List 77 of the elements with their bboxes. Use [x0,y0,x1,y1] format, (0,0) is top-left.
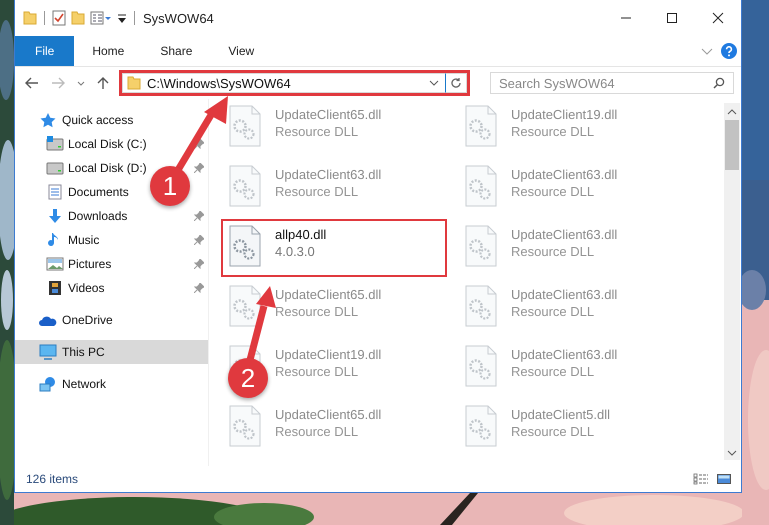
refresh-button[interactable] [445,73,467,93]
pin-icon[interactable] [194,163,204,173]
chevron-down-icon[interactable] [429,80,439,86]
help-icon[interactable] [721,43,737,59]
window-title: SysWOW64 [143,10,214,26]
back-icon[interactable] [25,77,39,89]
ribbon-tab[interactable]: File [15,36,74,66]
scroll-up-icon[interactable] [727,109,737,115]
sidebar-item[interactable]: Quick access [15,108,208,132]
film-icon [46,280,64,296]
sidebar-item[interactable]: Downloads [15,204,132,228]
pin-icon[interactable] [194,259,204,269]
gear-file-icon [465,405,497,447]
download-icon [46,208,64,224]
recent-locations-icon[interactable] [77,80,85,86]
file-description: Resource DLL [275,184,360,199]
gear-file-icon [465,165,497,207]
sidebar-item[interactable]: This PC [15,340,208,364]
gear-file-icon [465,345,497,387]
star-icon [39,112,57,128]
file-description: Resource DLL [511,124,596,139]
document-icon [46,184,64,200]
search-icon [713,77,725,89]
file-description: Resource DLL [511,424,596,439]
file-description: Resource DLL [511,244,596,259]
pin-icon[interactable] [194,283,204,293]
details-view-icon[interactable] [693,473,709,485]
large-icons-view-icon[interactable] [717,473,731,485]
sidebar-item[interactable]: Videos [15,276,108,300]
picture-icon [46,256,64,272]
drive-icon [46,136,64,152]
pin-icon[interactable] [194,235,204,245]
close-icon[interactable] [712,12,724,24]
up-icon[interactable] [97,76,109,90]
refresh-icon [450,77,462,89]
gear-file-icon [229,405,261,447]
sidebar-item[interactable]: Pictures [15,252,116,276]
scroll-thumb[interactable] [725,120,739,170]
pin-icon[interactable] [194,211,204,221]
sidebar-item[interactable]: OneDrive [15,308,208,332]
sidebar-item[interactable]: Local Disk (C:) [15,132,151,156]
gear-file-icon [465,105,497,147]
folder-icon [127,76,141,90]
file-description: Resource DLL [275,424,360,439]
search-field[interactable]: Search SysWOW64 [490,72,734,94]
drive-icon [46,160,64,176]
scroll-down-icon[interactable] [727,450,737,456]
minimize-icon[interactable] [620,17,632,19]
file-description: Resource DLL [511,184,596,199]
item-count: 126 items [26,472,78,486]
network-icon [39,376,57,392]
expand-ribbon-icon[interactable] [701,48,713,54]
sidebar-item[interactable]: Documents [15,180,133,204]
gear-file-icon [465,285,497,327]
file-description: Resource DLL [511,364,596,379]
gear-file-icon [229,105,261,147]
monitor-icon [39,344,57,360]
file-description: 4.0.3.0 [275,244,316,259]
address-field[interactable]: C:\Windows\SysWOW64 [122,73,445,93]
pin-icon[interactable] [194,139,204,149]
gear-file-icon [465,225,497,267]
sidebar-item[interactable]: Music [15,228,104,252]
gear-file-icon [229,165,261,207]
checklist-icon[interactable] [52,10,66,26]
gear-file-icon [229,285,261,327]
file-description: Resource DLL [275,124,360,139]
sidebar-item[interactable]: Network [15,372,208,396]
dropdown-icon[interactable] [117,12,127,24]
file-description: Resource DLL [275,304,360,319]
gear-file-icon [229,225,261,267]
sidebar-item[interactable]: Local Disk (D:) [15,156,151,180]
file-description: Resource DLL [275,364,360,379]
file-name[interactable]: allp40.dll [275,227,326,242]
properties-icon[interactable] [90,11,112,25]
maximize-icon[interactable] [666,12,678,24]
file-description: Resource DLL [511,304,596,319]
scrollbar[interactable] [724,103,740,460]
